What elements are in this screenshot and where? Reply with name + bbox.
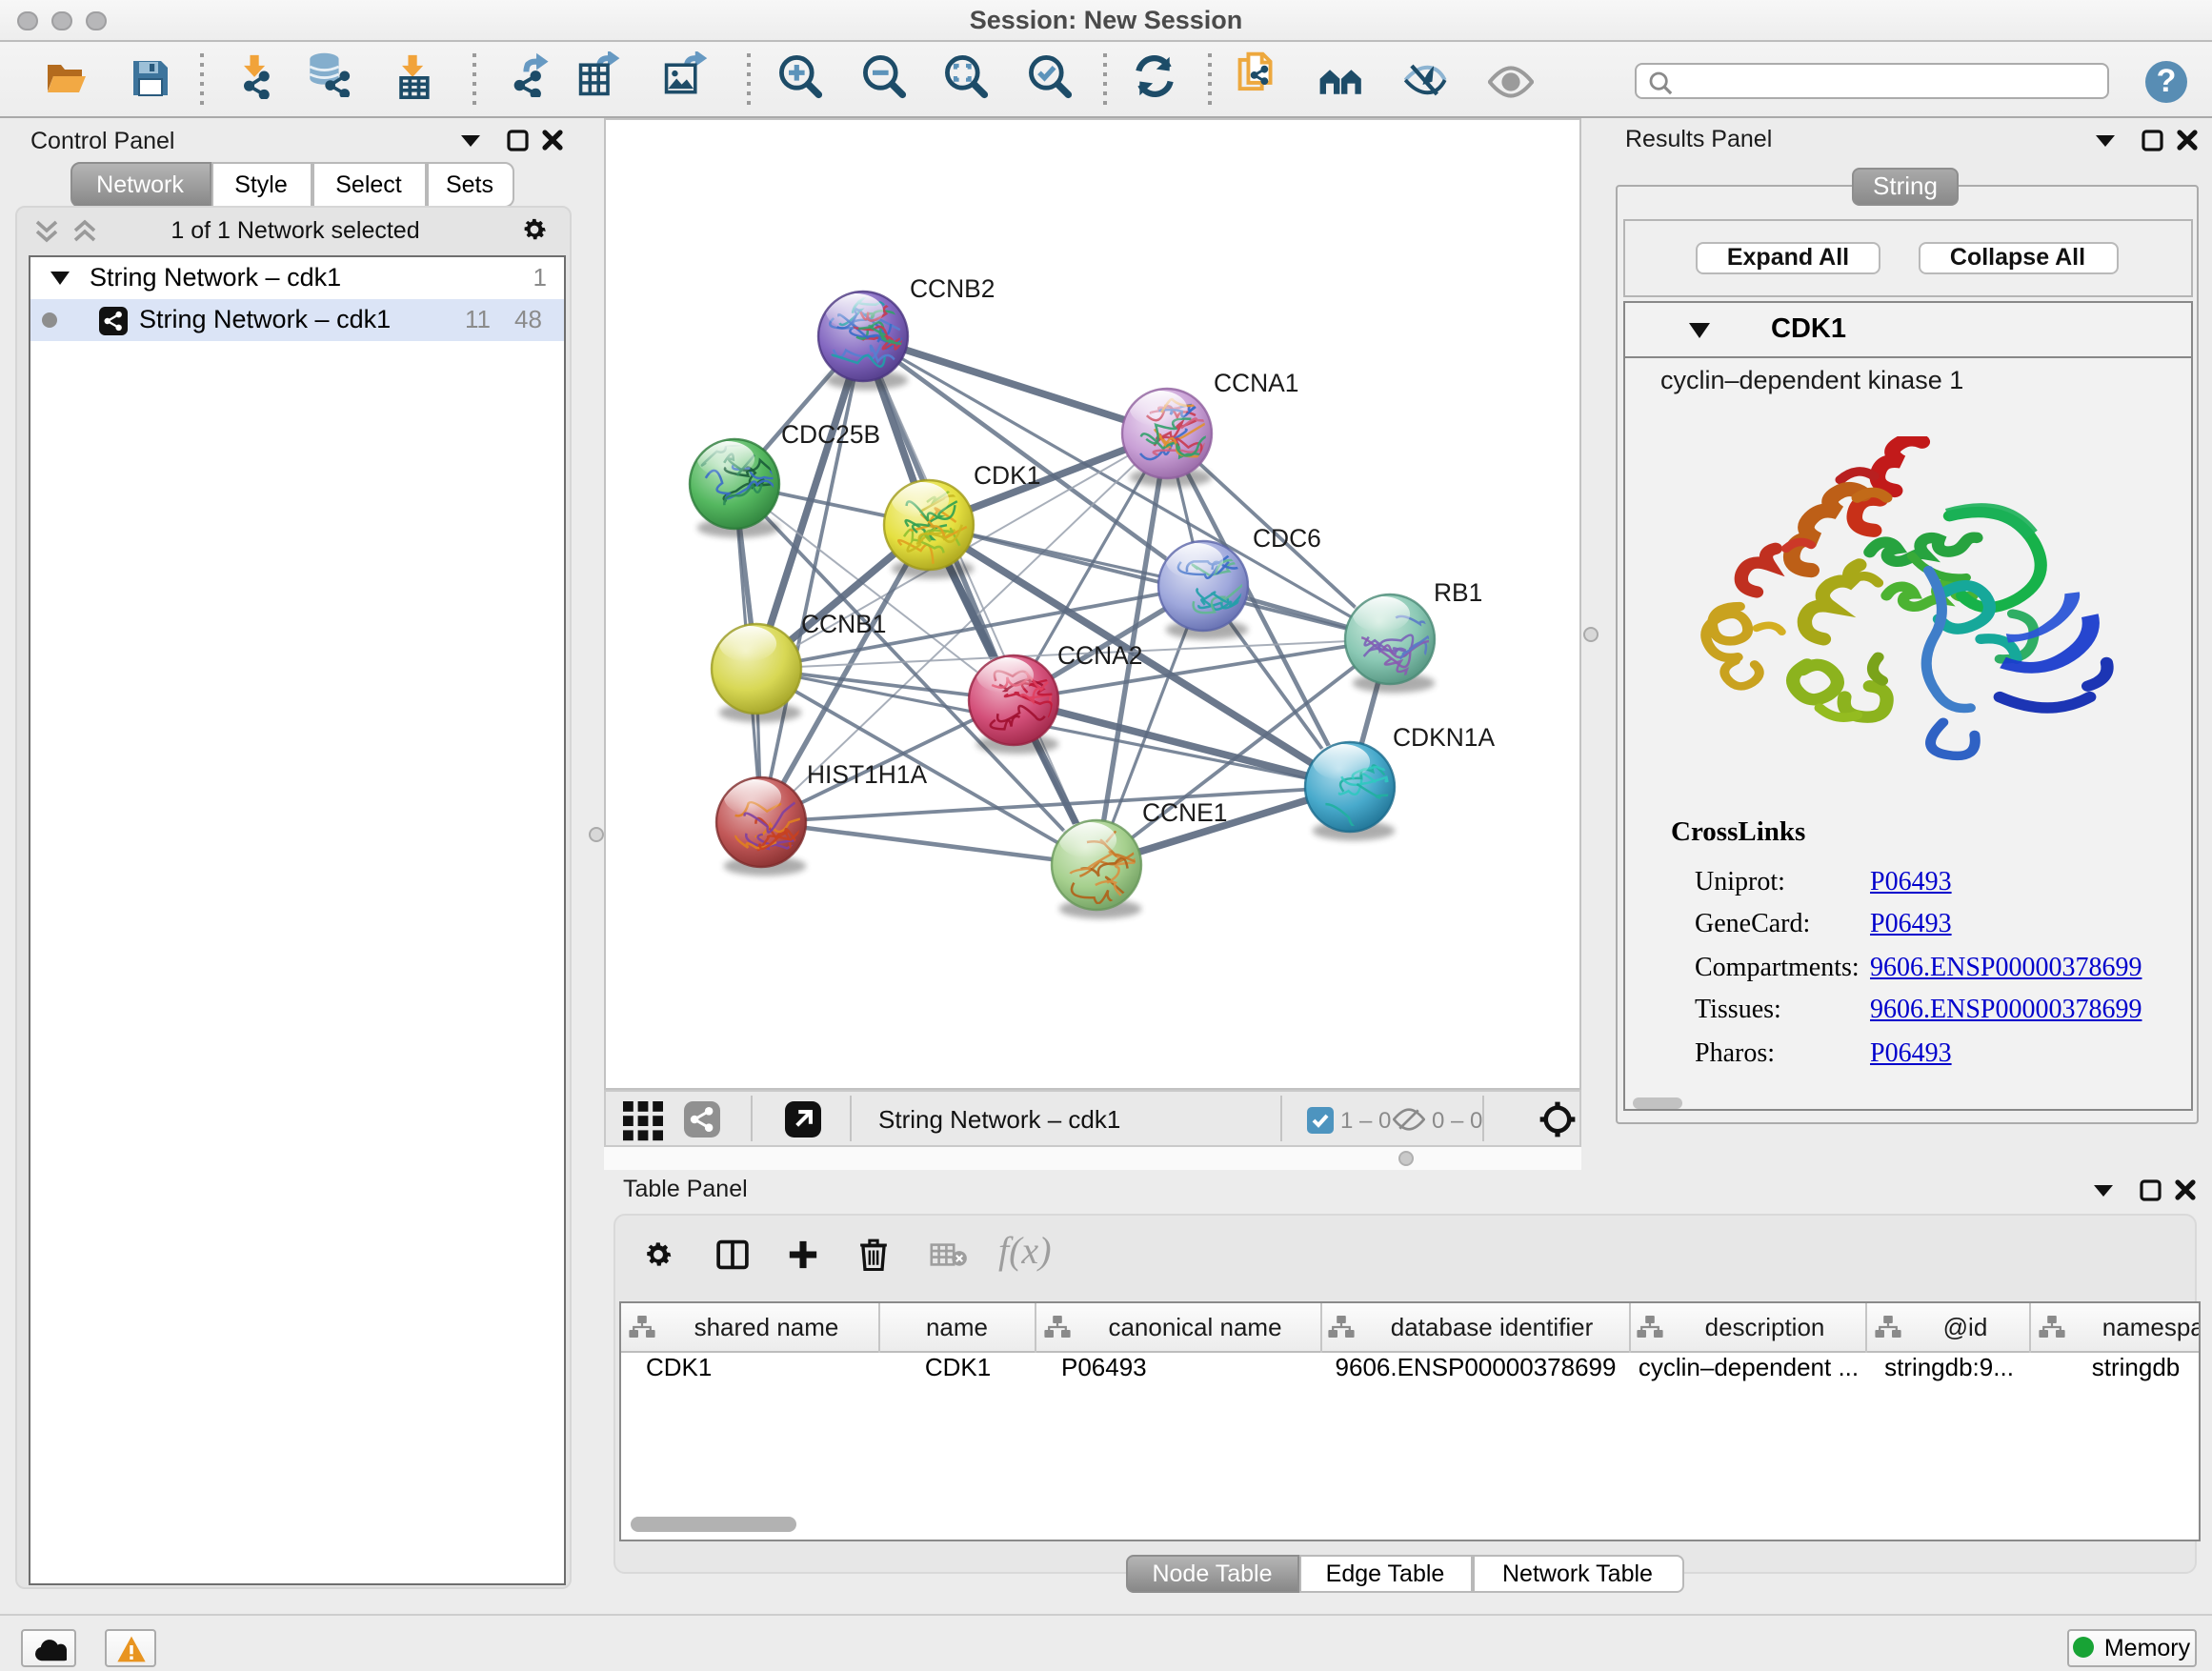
- svg-text:CDKN1A: CDKN1A: [1392, 722, 1494, 751]
- svg-text:CCNB2: CCNB2: [909, 273, 994, 302]
- svg-text:CDC6: CDC6: [1252, 523, 1320, 552]
- svg-text:RB1: RB1: [1433, 577, 1481, 606]
- svg-text:CDC25B: CDC25B: [780, 419, 879, 448]
- svg-text:CCNA2: CCNA2: [1056, 640, 1141, 669]
- svg-text:CDK1: CDK1: [973, 460, 1039, 489]
- svg-text:CCNE1: CCNE1: [1141, 797, 1226, 826]
- svg-text:HIST1H1A: HIST1H1A: [806, 759, 927, 788]
- svg-text:CCNB1: CCNB1: [800, 609, 885, 637]
- svg-text:CCNA1: CCNA1: [1213, 368, 1297, 396]
